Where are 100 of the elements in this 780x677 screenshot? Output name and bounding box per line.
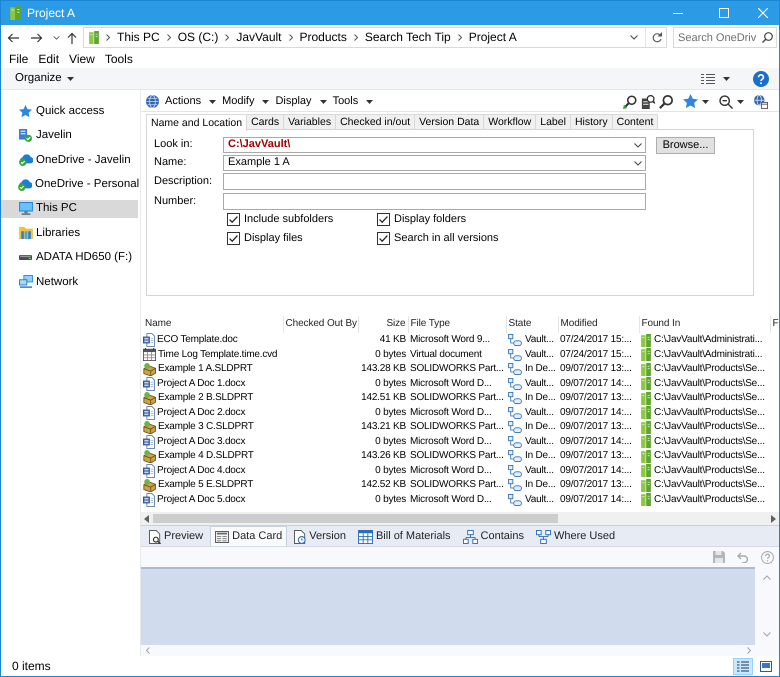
tab[interactable]: Workflow <box>483 114 536 129</box>
breadcrumb-item[interactable]: Search Tech Tip <box>364 30 451 45</box>
file-name: Example 5 E.SLDPRT <box>158 478 254 492</box>
search-icon[interactable] <box>762 32 773 43</box>
chevron-down-icon[interactable] <box>630 35 638 40</box>
tab[interactable]: Preview <box>144 526 208 546</box>
file-name: Example 1 A.SLDPRT <box>158 362 253 376</box>
tab[interactable]: Variables <box>283 114 336 129</box>
tab[interactable]: Version <box>289 526 351 546</box>
column-header[interactable]: Modified <box>558 316 639 333</box>
menu-item[interactable]: Edit <box>35 52 62 66</box>
checkbox-label: Display folders <box>394 212 466 226</box>
refresh-icon[interactable] <box>652 32 662 43</box>
tab[interactable]: Contains <box>458 526 529 546</box>
caret-icon[interactable] <box>702 100 709 104</box>
nav-item[interactable]: ADATA HD650 (F:) <box>1 248 138 266</box>
nav-item[interactable]: This PC <box>1 200 138 218</box>
tab[interactable]: Content <box>612 114 658 129</box>
tab[interactable]: Data Card <box>210 526 288 546</box>
file-type: SOLIDWORKS Part... <box>410 479 504 490</box>
zoom-out-icon[interactable] <box>719 94 733 108</box>
nav-item[interactable]: Quick access <box>1 102 138 120</box>
checkbox[interactable] <box>227 213 240 226</box>
caret-icon <box>66 76 74 80</box>
column-header[interactable]: Found In <box>639 316 770 333</box>
nav-item[interactable]: Javelin <box>1 126 138 144</box>
nav-item[interactable]: Libraries <box>1 224 138 242</box>
menu-button[interactable]: Modify <box>219 92 272 111</box>
breadcrumb-item[interactable]: Products <box>300 30 347 45</box>
organize-button[interactable]: Organize <box>11 68 78 88</box>
tab[interactable]: Bill of Materials <box>352 526 456 546</box>
file-type: Microsoft Word D... <box>410 406 492 418</box>
checkbox[interactable] <box>377 213 390 226</box>
document-search-icon[interactable] <box>641 94 655 108</box>
search-field[interactable]: Search OneDriv <box>673 27 777 48</box>
horizontal-scrollbar[interactable] <box>141 512 779 525</box>
search-icon[interactable] <box>623 94 637 108</box>
scrollbar-thumb[interactable] <box>153 514 558 523</box>
thumbnail-view-icon <box>760 660 772 672</box>
workflow-icon <box>508 479 522 492</box>
file-size: 41 KB <box>380 334 406 346</box>
document-icon <box>143 376 155 391</box>
file-type: Microsoft Word 9... <box>410 334 490 346</box>
book-icon <box>641 435 651 448</box>
folder-path: C:\JavVault\Products\Se... <box>654 434 765 449</box>
scroll-left-icon[interactable] <box>144 514 149 522</box>
menu-button[interactable]: Actions <box>162 92 220 111</box>
folder-path: C:\JavVault\Products\Se... <box>654 478 765 492</box>
book-icon <box>89 31 99 44</box>
nav-item[interactable]: Network <box>1 272 138 291</box>
checkbox[interactable] <box>377 232 390 245</box>
dropdown[interactable]: C:\JavVault\ <box>223 137 646 153</box>
help-icon[interactable] <box>753 70 769 86</box>
tab[interactable]: Where Used <box>530 526 620 546</box>
input-field[interactable] <box>223 193 646 210</box>
caret-icon[interactable] <box>737 100 744 104</box>
scroll-right-icon[interactable] <box>771 514 776 522</box>
file-type: SOLIDWORKS Part... <box>410 450 504 462</box>
column-header[interactable]: State <box>506 316 558 333</box>
tab[interactable]: Version Data <box>414 114 484 129</box>
modified-date: 09/07/2017 13:... <box>560 392 632 404</box>
details-view-icon <box>701 74 715 84</box>
globe-icon[interactable] <box>146 95 159 108</box>
menu-button[interactable]: Tools <box>330 92 376 111</box>
book-icon <box>641 392 651 405</box>
state-label: Vault... <box>525 333 554 348</box>
address-bar[interactable]: This PC OS (C:) JavVault Products Search Tech Tip Project A <box>83 27 667 48</box>
breadcrumb-item[interactable]: Project A <box>468 30 517 45</box>
tab[interactable]: History <box>570 114 613 129</box>
column-header[interactable]: F <box>770 316 779 333</box>
dropdown[interactable]: Example 1 A <box>223 155 646 171</box>
tab[interactable]: Checked in/out <box>335 114 416 129</box>
column-header[interactable]: Checked Out By <box>283 316 358 333</box>
search-icon[interactable] <box>659 94 673 108</box>
nav-item[interactable]: OneDrive - Javelin <box>1 150 138 169</box>
checkbox[interactable] <box>227 232 240 245</box>
breadcrumb-item[interactable]: OS (C:) <box>178 30 218 45</box>
menu-item[interactable]: View <box>66 52 98 66</box>
modified-date: 09/07/2017 13:... <box>560 450 632 462</box>
state-label: Vault... <box>525 348 554 362</box>
nav-item[interactable]: OneDrive - Personal <box>1 175 138 194</box>
breadcrumb-item[interactable]: JavVault <box>236 30 282 45</box>
part-icon <box>143 392 156 405</box>
menu-item[interactable]: File <box>6 52 32 66</box>
globe-window-icon[interactable] <box>754 94 768 108</box>
menu-button[interactable]: Display <box>272 92 330 111</box>
input-field[interactable] <box>223 173 646 190</box>
book-icon <box>641 420 651 434</box>
column-header[interactable]: File Type <box>408 316 506 333</box>
view-button[interactable] <box>733 658 753 674</box>
tab[interactable]: Name and Location <box>146 114 248 131</box>
tab[interactable]: Label <box>535 114 571 129</box>
column-header[interactable]: Size <box>358 316 408 333</box>
part-icon <box>143 420 156 434</box>
tab[interactable]: Cards <box>246 114 284 129</box>
star-icon[interactable] <box>683 94 698 109</box>
breadcrumb-item[interactable]: This PC <box>117 30 160 45</box>
menu-item[interactable]: Tools <box>102 52 136 66</box>
browse-button[interactable]: Browse... <box>656 136 715 154</box>
state-label: In De... <box>525 420 556 434</box>
